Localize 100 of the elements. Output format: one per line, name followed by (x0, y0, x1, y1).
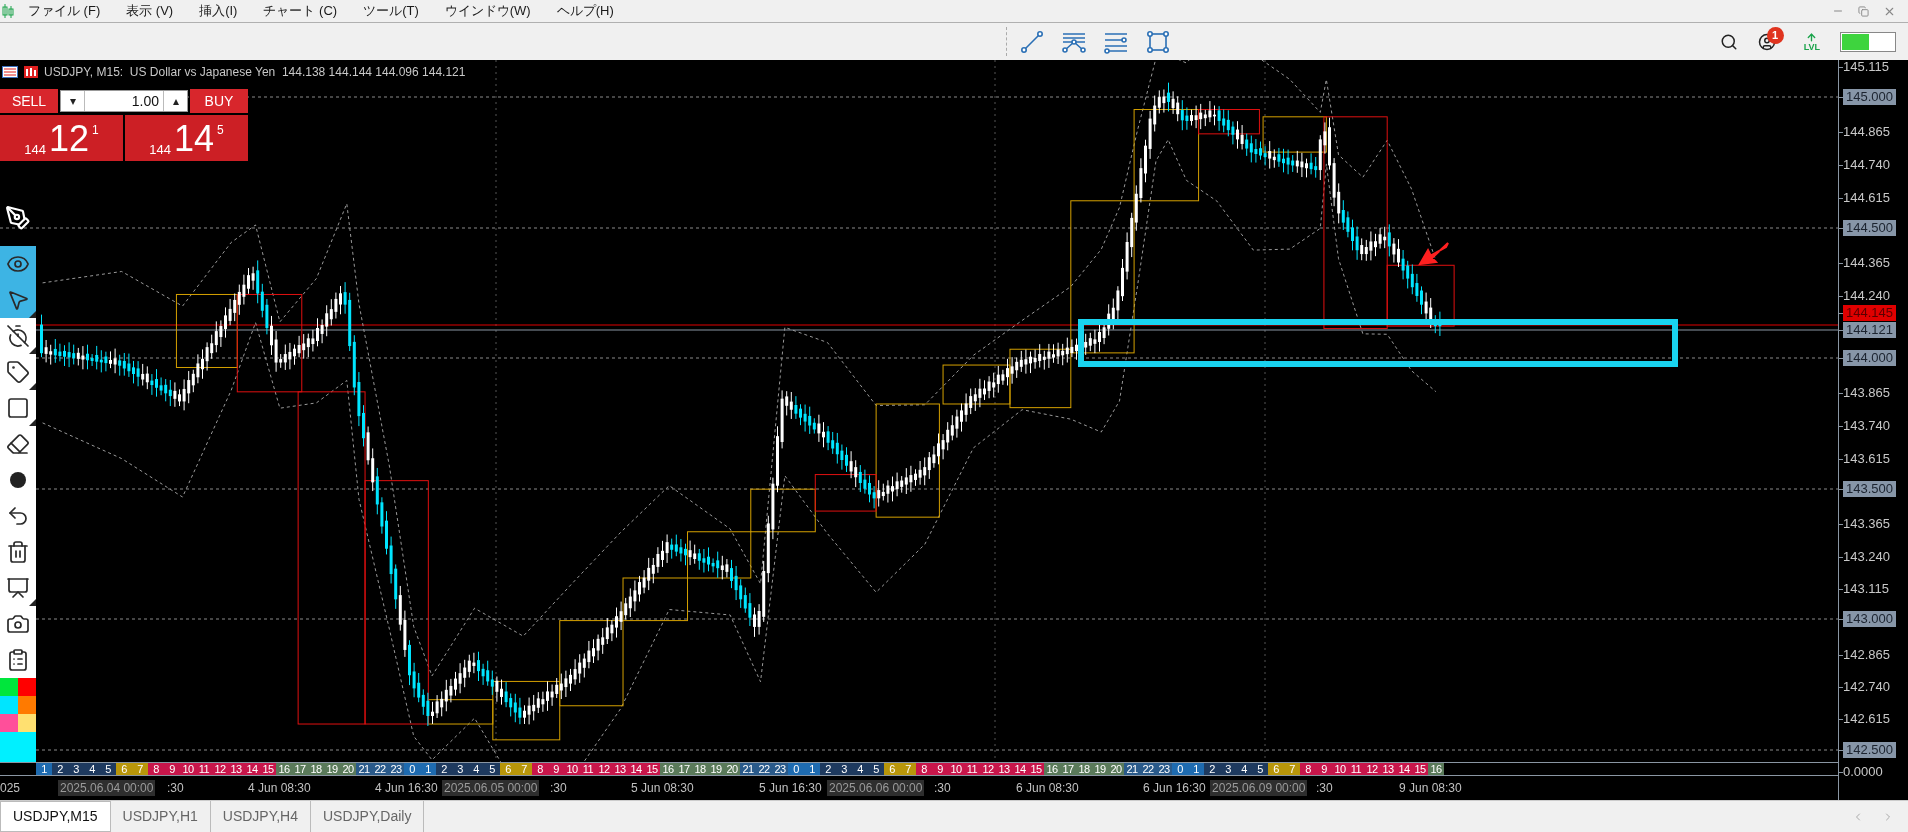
color-swatch[interactable] (0, 696, 18, 714)
hour-label: 18 (309, 763, 323, 776)
chart-tab[interactable]: USDJPY,H1 (110, 801, 211, 832)
price-label: 143.615 (1843, 451, 1890, 467)
candle-icon (2, 3, 14, 19)
menu-item[interactable]: ウインドウ(W) (444, 1, 531, 21)
hour-label: 17 (293, 763, 307, 776)
chart-tab[interactable]: USDJPY,M15 (0, 801, 111, 832)
hour-label: 10 (565, 763, 579, 776)
hour-label: 9 (552, 763, 560, 776)
color-swatch[interactable] (18, 714, 36, 732)
range-box (750, 488, 816, 533)
hour-label: 4 (88, 763, 96, 776)
hour-label: 7 (904, 763, 912, 776)
chart-tab[interactable]: USDJPY,Daily (311, 801, 425, 832)
hour-label: 0 (792, 763, 800, 776)
price-label: 143.500 (1843, 481, 1896, 497)
color-swatch[interactable] (0, 714, 18, 732)
hour-label: 8 (1304, 763, 1312, 776)
time-label: 6 Jun 16:30 (1143, 780, 1206, 796)
menu-item[interactable]: ファイル (F) (28, 1, 101, 21)
hour-label: 21 (741, 763, 755, 776)
date-label: 2025.06.06 00:00 (827, 780, 925, 796)
hour-label: 23 (773, 763, 787, 776)
buy-button[interactable]: BUY (190, 89, 248, 113)
account-icon[interactable] (1757, 32, 1776, 51)
time-label: :30 (167, 780, 184, 796)
hour-label: 2 (824, 763, 832, 776)
price-label: 145.000 (1843, 89, 1896, 105)
hour-label: 3 (840, 763, 848, 776)
current-color-block[interactable] (0, 732, 36, 762)
hour-label: 12 (213, 763, 227, 776)
hour-label: 1 (808, 763, 816, 776)
hour-label: 3 (72, 763, 80, 776)
hour-label: 3 (1224, 763, 1232, 776)
price-label: 143.865 (1843, 385, 1890, 401)
price-label: 145.115 (1843, 59, 1890, 75)
hour-label: 17 (677, 763, 691, 776)
rectangle-tool-icon[interactable] (1146, 29, 1170, 54)
symbol-header: USDJPY, M15: US Dollar vs Japanese Yen 144.138 144.144 144.096 144.121 (44, 64, 466, 81)
pen-icon[interactable] (5, 205, 31, 231)
hour-label: 11 (581, 763, 595, 776)
hour-label: 15 (261, 763, 275, 776)
hour-label: 16 (1045, 763, 1059, 776)
hour-label: 6 (504, 763, 512, 776)
menu-item[interactable]: 挿入(I) (199, 1, 238, 21)
hour-label: 14 (1013, 763, 1027, 776)
hour-label: 21 (357, 763, 371, 776)
list-icon[interactable] (2, 66, 18, 78)
search-icon[interactable] (1719, 32, 1738, 51)
price-label: 143.115 (1843, 581, 1890, 597)
hour-label: 10 (949, 763, 963, 776)
eye-icon[interactable] (0, 246, 36, 282)
hour-label: 19 (325, 763, 339, 776)
hour-label: 14 (629, 763, 643, 776)
hour-label: 12 (981, 763, 995, 776)
chart-tab[interactable]: USDJPY,H4 (210, 801, 311, 832)
price-label: 144.121 (1843, 322, 1896, 338)
menu-item[interactable]: ツール(T) (363, 1, 419, 21)
hour-label: 5 (872, 763, 880, 776)
color-swatch[interactable] (18, 696, 36, 714)
hour-label: 1 (40, 763, 48, 776)
hour-label: 6 (888, 763, 896, 776)
hour-label: 0 (408, 763, 416, 776)
hour-label: 9 (1320, 763, 1328, 776)
hour-label: 4 (1240, 763, 1248, 776)
price-label: 144.740 (1843, 157, 1890, 173)
sell-button[interactable]: SELL (0, 89, 58, 113)
hour-label: 4 (856, 763, 864, 776)
pointer-icon[interactable] (0, 282, 36, 318)
time-label: 4 Jun 16:30 (375, 780, 438, 796)
menu-item[interactable]: 表示 (V) (126, 1, 174, 21)
time-label: 5 Jun 16:30 (759, 780, 822, 796)
price-label: 142.615 (1843, 711, 1890, 727)
hour-label: 13 (1381, 763, 1395, 776)
hour-label: 8 (920, 763, 928, 776)
hour-label: 7 (520, 763, 528, 776)
hour-label: 13 (613, 763, 627, 776)
trend-line-icon[interactable] (1020, 29, 1044, 54)
color-swatch[interactable] (18, 678, 36, 696)
chart-icon[interactable] (24, 66, 38, 78)
hour-label: 8 (152, 763, 160, 776)
price-label: 143.365 (1843, 516, 1890, 532)
menu-item[interactable]: チャート (C) (263, 1, 338, 21)
time-label: 4 Jun 08:30 (248, 780, 311, 796)
hour-label: 18 (693, 763, 707, 776)
hour-label: 5 (488, 763, 496, 776)
price-label: 144.500 (1843, 220, 1896, 236)
price-label: 142.500 (1843, 742, 1896, 758)
menu-item[interactable]: ヘルプ(H) (556, 1, 614, 21)
date-label: 2025.06.05 00:00 (442, 780, 540, 796)
hour-label: 11 (965, 763, 979, 776)
price-label: 142.740 (1843, 679, 1890, 695)
hour-label: 6 (120, 763, 128, 776)
color-swatch[interactable] (0, 678, 18, 696)
date-label: 2025.06.09 00:00 (1210, 780, 1308, 796)
pointer-arrow (1418, 242, 1449, 266)
price-label: 144.000 (1843, 350, 1896, 366)
price-label: 144.240 (1843, 288, 1890, 304)
hour-label: 22 (373, 763, 387, 776)
